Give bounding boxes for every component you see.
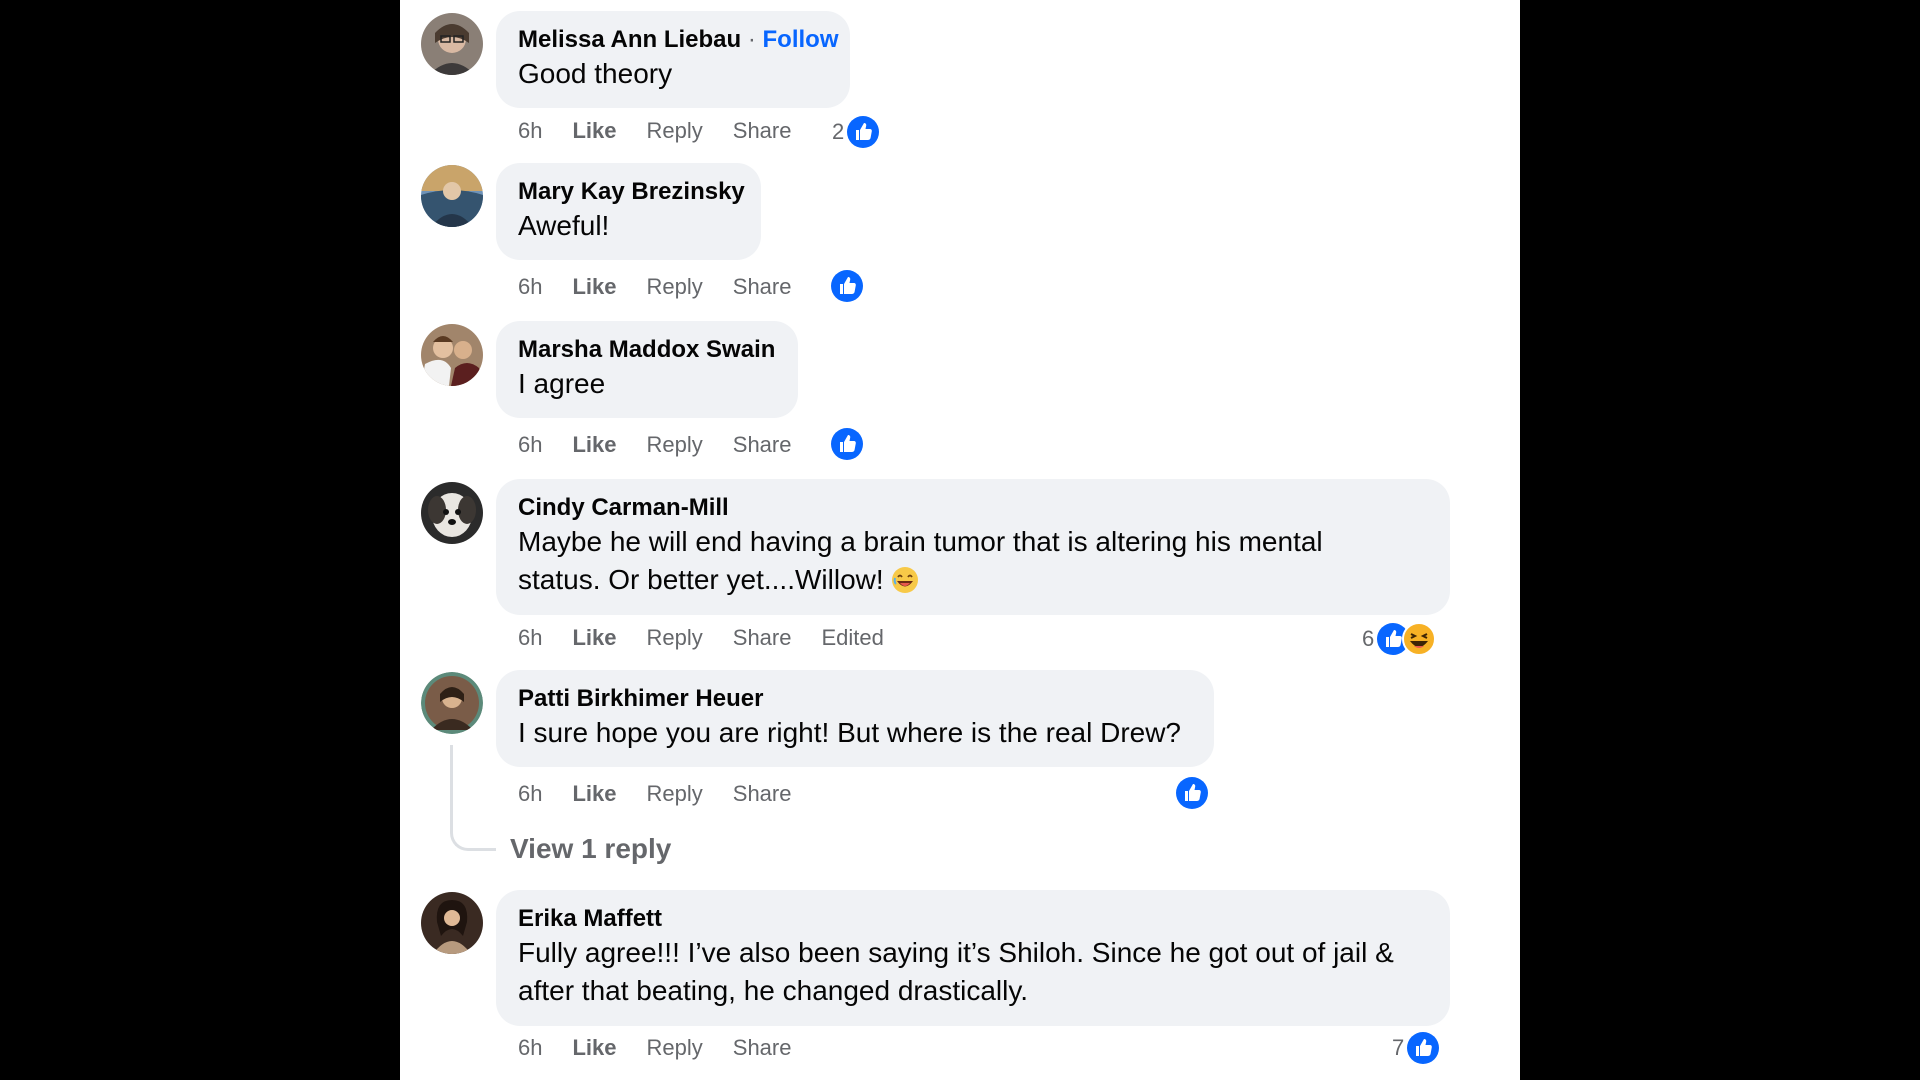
like-icon (846, 115, 880, 149)
avatar[interactable] (421, 892, 483, 954)
comment-actions: 6h Like Reply Share (518, 114, 821, 148)
reply-thread-line (450, 745, 496, 851)
comment-author[interactable]: Marsha Maddox Swain (518, 335, 776, 365)
comment-text: I agree (518, 368, 606, 399)
share-button[interactable]: Share (733, 118, 792, 144)
like-icon (830, 427, 864, 461)
reaction-summary[interactable] (830, 268, 864, 304)
comment-text-line-with-emoji: status. Or better yet....Willow! (518, 561, 1428, 599)
avatar[interactable] (421, 672, 483, 734)
reaction-summary[interactable]: 6 (1362, 621, 1437, 657)
comment-timestamp[interactable]: 6h (518, 118, 542, 144)
comment-actions: 6h Like Reply Share (518, 777, 821, 811)
like-button[interactable]: Like (572, 781, 616, 807)
comment-timestamp[interactable]: 6h (518, 432, 542, 458)
comment-actions: 6h Like Reply Share (518, 1031, 821, 1065)
comment-text-line: status. Or better yet....Willow! (518, 564, 884, 595)
share-button[interactable]: Share (733, 625, 792, 651)
view-replies-link[interactable]: View 1 reply (510, 833, 671, 865)
reply-button[interactable]: Reply (647, 118, 703, 144)
like-button[interactable]: Like (572, 274, 616, 300)
comment-bubble: Melissa Ann Liebau · Follow Good theory (496, 11, 850, 108)
reply-button[interactable]: Reply (647, 781, 703, 807)
comment-text: Aweful! (518, 210, 610, 241)
comment-timestamp[interactable]: 6h (518, 1035, 542, 1061)
follow-button[interactable]: Follow (763, 26, 839, 53)
comment-timestamp[interactable]: 6h (518, 274, 542, 300)
avatar[interactable] (421, 324, 483, 386)
comment-timestamp[interactable]: 6h (518, 625, 542, 651)
comment-actions: 6h Like Reply Share (518, 428, 821, 462)
share-button[interactable]: Share (733, 781, 792, 807)
like-icon (830, 269, 864, 303)
comment-actions: 6h Like Reply Share Edited (518, 621, 884, 655)
reply-button[interactable]: Reply (647, 1035, 703, 1061)
comment-author-row: Melissa Ann Liebau · Follow (518, 25, 839, 55)
like-button[interactable]: Like (572, 118, 616, 144)
share-button[interactable]: Share (733, 432, 792, 458)
comment-author[interactable]: Patti Birkhimer Heuer (518, 684, 1192, 714)
comment-bubble: Mary Kay Brezinsky Aweful! (496, 163, 761, 260)
comment-text-line: Maybe he will end having a brain tumor t… (518, 526, 1323, 557)
comments-panel: Melissa Ann Liebau · Follow Good theory … (400, 0, 1520, 1080)
comment-text-line: after that beating, he changed drastical… (518, 975, 1029, 1006)
like-button[interactable]: Like (572, 432, 616, 458)
comment-bubble: Patti Birkhimer Heuer I sure hope you ar… (496, 670, 1214, 767)
comment-text: I sure hope you are right! But where is … (518, 717, 1182, 748)
comment-author[interactable]: Cindy Carman-Mill (518, 493, 1428, 523)
like-button[interactable]: Like (572, 1035, 616, 1061)
reaction-summary[interactable]: 7 (1392, 1030, 1440, 1066)
haha-icon (1402, 622, 1437, 656)
reaction-count: 7 (1392, 1035, 1405, 1060)
like-icon (1406, 1031, 1440, 1065)
comment-text-line: Fully agree!!! I’ve also been saying it’… (518, 937, 1394, 968)
separator-dot: · (747, 26, 756, 53)
comment-author[interactable]: Erika Maffett (518, 904, 1428, 934)
comment-author[interactable]: Melissa Ann Liebau (518, 26, 741, 53)
avatar[interactable] (421, 165, 483, 227)
reaction-summary[interactable] (1175, 775, 1209, 811)
reply-button[interactable]: Reply (647, 625, 703, 651)
comment-bubble: Erika Maffett Fully agree!!! I’ve also b… (496, 890, 1450, 1026)
reply-button[interactable]: Reply (647, 432, 703, 458)
reaction-summary[interactable]: 2 (832, 114, 880, 150)
comment-text: Good theory (518, 58, 673, 89)
comment-timestamp[interactable]: 6h (518, 781, 542, 807)
laughing-emoji-icon (890, 565, 920, 595)
avatar[interactable] (421, 13, 483, 75)
reaction-count: 6 (1362, 626, 1375, 651)
edited-label: Edited (821, 625, 884, 650)
like-icon (1175, 776, 1209, 810)
avatar[interactable] (421, 482, 483, 544)
reaction-count: 2 (832, 119, 845, 144)
comment-actions: 6h Like Reply Share (518, 270, 821, 304)
share-button[interactable]: Share (733, 1035, 792, 1061)
comment-bubble: Cindy Carman-Mill Maybe he will end havi… (496, 479, 1450, 615)
reply-button[interactable]: Reply (647, 274, 703, 300)
comment-bubble: Marsha Maddox Swain I agree (496, 321, 798, 418)
comment-author[interactable]: Mary Kay Brezinsky (518, 177, 745, 207)
reaction-summary[interactable] (830, 426, 864, 462)
share-button[interactable]: Share (733, 274, 792, 300)
like-button[interactable]: Like (572, 625, 616, 651)
